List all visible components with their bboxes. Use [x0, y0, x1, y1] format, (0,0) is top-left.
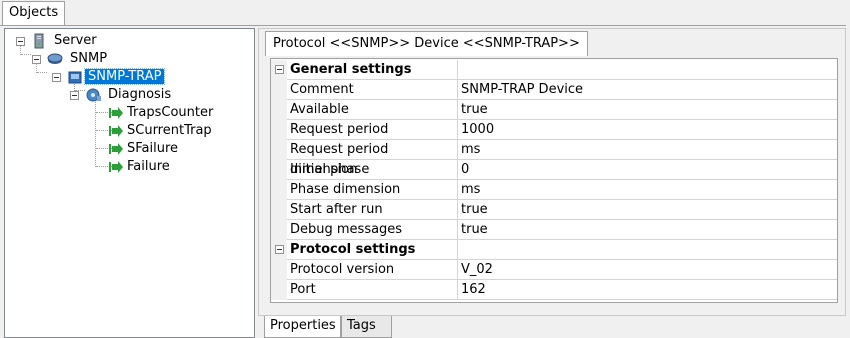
- object-tree[interactable]: Server SNMP SNMP-TRAP Diagnosis TrapsCou…: [4, 28, 255, 338]
- property-row[interactable]: Phase dimension ms: [271, 180, 837, 200]
- category-label: Protocol settings: [287, 240, 458, 260]
- tab-device[interactable]: Protocol <<SNMP>> Device <<SNMP-TRAP>>: [265, 31, 588, 56]
- tree-line: [21, 54, 31, 55]
- tab-objects[interactable]: Objects: [2, 1, 66, 25]
- property-value[interactable]: true: [458, 200, 837, 220]
- window-edge: [846, 25, 850, 338]
- tab-properties[interactable]: Properties: [264, 316, 341, 338]
- collapse-server-toggle[interactable]: [16, 37, 25, 46]
- property-grid[interactable]: General settings Comment SNMP-TRAP Device…: [270, 58, 838, 303]
- category-label: General settings: [287, 60, 458, 80]
- tree-node-snmp[interactable]: SNMP: [67, 50, 110, 68]
- device-icon: [67, 69, 83, 85]
- server-icon: [31, 33, 47, 49]
- tree-line: [37, 72, 47, 73]
- property-row[interactable]: Comment SNMP-TRAP Device: [271, 80, 837, 100]
- category-general-settings[interactable]: General settings: [271, 60, 837, 80]
- collapse-diagnosis-toggle[interactable]: [70, 91, 79, 100]
- collapse-snmp-toggle[interactable]: [32, 55, 41, 64]
- property-value[interactable]: ms: [458, 140, 837, 160]
- property-name: Protocol version: [287, 260, 458, 280]
- collapse-category-toggle[interactable]: [275, 245, 284, 254]
- property-value[interactable]: true: [458, 220, 837, 240]
- tree-node-tag[interactable]: SFailure: [124, 140, 181, 158]
- property-name: Port: [287, 280, 458, 300]
- tree-node-tag[interactable]: Failure: [124, 158, 173, 176]
- property-row[interactable]: Start after run true: [271, 200, 837, 220]
- collapse-category-toggle[interactable]: [275, 65, 284, 74]
- property-name: Debug messages: [287, 220, 458, 240]
- category-protocol-settings[interactable]: Protocol settings: [271, 240, 837, 260]
- green-arrow-icon: [108, 159, 124, 175]
- tree-node-diagnosis[interactable]: Diagnosis: [105, 86, 174, 104]
- tree-line: [95, 99, 96, 167]
- property-value[interactable]: V_02: [458, 260, 837, 280]
- tree-node-tag[interactable]: SCurrentTrap: [124, 122, 215, 140]
- property-row[interactable]: Protocol version V_02: [271, 260, 837, 280]
- property-name: Phase dimension: [287, 180, 458, 200]
- property-name: Available: [287, 100, 458, 120]
- property-row[interactable]: Initial phase 0: [271, 160, 837, 180]
- property-value[interactable]: true: [458, 100, 837, 120]
- green-arrow-icon: [108, 141, 124, 157]
- tree-node-server[interactable]: Server: [51, 32, 100, 50]
- property-row[interactable]: Port 162: [271, 280, 837, 300]
- green-arrow-icon: [108, 105, 124, 121]
- objects-tabstrip: [0, 0, 850, 26]
- property-row[interactable]: Request period 1000: [271, 120, 837, 140]
- property-value[interactable]: 1000: [458, 120, 837, 140]
- property-name: Request period: [287, 120, 458, 140]
- collapse-snmp-trap-toggle[interactable]: [52, 73, 61, 82]
- property-row[interactable]: Request period dimension ms: [271, 140, 837, 177]
- property-name: Start after run: [287, 200, 458, 220]
- property-name: Comment: [287, 80, 458, 100]
- green-arrow-icon: [108, 123, 124, 139]
- property-name: Initial phase: [287, 160, 458, 180]
- property-value[interactable]: 162: [458, 280, 837, 300]
- tree-node-tag[interactable]: TrapsCounter: [124, 104, 216, 122]
- property-row[interactable]: Debug messages true: [271, 220, 837, 240]
- property-value[interactable]: SNMP-TRAP Device: [458, 80, 837, 100]
- property-name: Request period dimension: [287, 140, 458, 177]
- protocol-icon: [47, 51, 63, 67]
- property-value[interactable]: ms: [458, 180, 837, 200]
- property-row[interactable]: Available true: [271, 100, 837, 120]
- property-value[interactable]: 0: [458, 160, 837, 180]
- tree-node-snmp-trap[interactable]: SNMP-TRAP: [83, 68, 166, 86]
- tab-tags[interactable]: Tags: [341, 316, 392, 338]
- diagnosis-icon: [86, 87, 102, 103]
